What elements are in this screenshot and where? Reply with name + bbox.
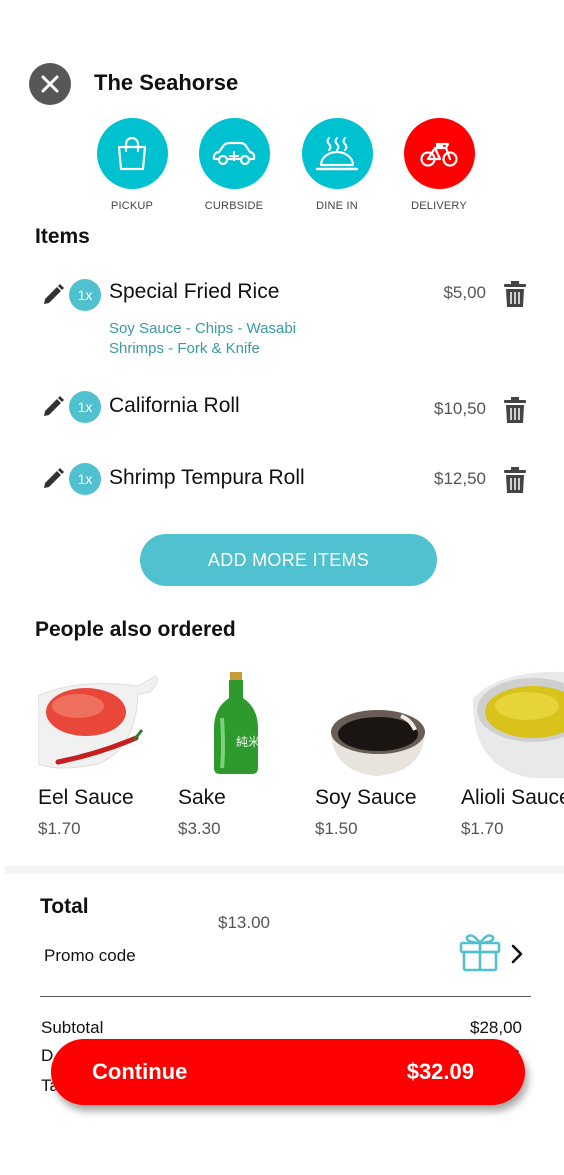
curbside-circle: [198, 118, 270, 189]
item-price: $12,50: [434, 469, 486, 488]
modifier-line: Shrimps - Fork & Knife: [109, 340, 260, 357]
item-name: Special Fried Rice: [109, 280, 280, 303]
suggestion-name: Alioli Sauce: [461, 786, 564, 809]
sake-bottle-image: 純米: [214, 672, 260, 774]
edit-pencil-icon[interactable]: [41, 283, 65, 307]
suggestion-card[interactable]: Eel Sauce $1.70: [37, 668, 158, 838]
quantity-badge[interactable]: 1x: [69, 279, 101, 311]
items-heading: Items: [35, 225, 90, 248]
alioli-sauce-image: [472, 671, 564, 778]
order-type-pickup[interactable]: PICKUP: [82, 118, 182, 212]
suggestion-name: Sake: [178, 786, 226, 809]
close-icon: [41, 75, 59, 93]
suggestion-card[interactable]: Soy Sauce $1.50: [315, 668, 435, 838]
chevron-right-icon[interactable]: [508, 943, 526, 965]
item-modifiers: Soy Sauce - Chips - Wasabi Shrimps - For…: [109, 319, 296, 359]
suggestion-price: $1.70: [461, 819, 504, 838]
total-amount: $13.00: [218, 913, 270, 932]
cart-item: 1x California Roll $10,50: [0, 389, 564, 429]
restaurant-title: The Seahorse: [94, 70, 239, 95]
suggestion-price: $1.50: [315, 819, 358, 838]
subtotal-value: $28,00: [470, 1018, 522, 1037]
cart-item: 1x Shrimp Tempura Roll $12,50: [0, 461, 564, 501]
shopping-bag-icon: [117, 136, 147, 170]
order-type-label: PICKUP: [110, 200, 154, 212]
order-type-label: DELIVERY: [411, 200, 467, 212]
gift-icon[interactable]: [458, 930, 502, 972]
delivery-circle: [403, 118, 475, 189]
order-type-label: CURBSIDE: [204, 200, 264, 212]
svg-text:純米: 純米: [236, 735, 260, 749]
item-name: Shrimp Tempura Roll: [109, 466, 305, 489]
trash-icon[interactable]: [502, 280, 528, 308]
modifier-line: Soy Sauce - Chips - Wasabi: [109, 320, 297, 337]
order-type-delivery[interactable]: DELIVERY: [389, 118, 489, 212]
serving-dish-icon: [315, 136, 359, 170]
quantity-badge[interactable]: 1x: [69, 391, 101, 423]
continue-total: $32.09: [406, 1059, 474, 1084]
promo-code-label[interactable]: Promo code: [44, 946, 136, 966]
add-more-items-button[interactable]: ADD MORE ITEMS: [140, 534, 437, 586]
close-button[interactable]: [29, 63, 71, 105]
suggestions-heading: People also ordered: [35, 618, 236, 641]
trash-icon[interactable]: [502, 466, 528, 494]
order-type-label: DINE IN: [316, 200, 358, 212]
dine-in-circle: [301, 118, 373, 189]
totals-divider: [40, 996, 531, 997]
edit-pencil-icon[interactable]: [41, 395, 65, 419]
order-type-curbside[interactable]: CURBSIDE: [184, 118, 284, 212]
bicycle-icon: [420, 142, 458, 167]
subtotal-label: Subtotal: [41, 1018, 104, 1037]
section-divider: [5, 866, 564, 874]
quantity-badge[interactable]: 1x: [69, 463, 101, 495]
car-icon: [212, 141, 256, 165]
continue-label: Continue: [92, 1059, 188, 1084]
item-name: California Roll: [109, 394, 240, 417]
total-heading: Total: [40, 895, 89, 918]
edit-pencil-icon[interactable]: [41, 467, 65, 491]
item-price: $5,00: [443, 283, 486, 302]
trash-icon[interactable]: [502, 396, 528, 424]
order-type-dine-in[interactable]: DINE IN: [287, 118, 387, 212]
suggestion-price: $3.30: [178, 819, 221, 838]
continue-button[interactable]: Continue $32.09: [51, 1039, 525, 1105]
suggestion-card[interactable]: Alioli Sauce $1.70: [461, 668, 564, 838]
cart-item: 1x Special Fried Rice $5,00: [0, 275, 564, 315]
suggestion-name: Eel Sauce: [38, 786, 134, 809]
pickup-circle: [96, 118, 168, 189]
suggestion-name: Soy Sauce: [315, 786, 417, 809]
suggestion-card[interactable]: 純米 Sake $3.30: [178, 668, 298, 838]
suggestion-price: $1.70: [38, 819, 81, 838]
eel-sauce-image: [37, 675, 158, 769]
item-price: $10,50: [434, 399, 486, 418]
soy-sauce-image: [331, 710, 425, 776]
